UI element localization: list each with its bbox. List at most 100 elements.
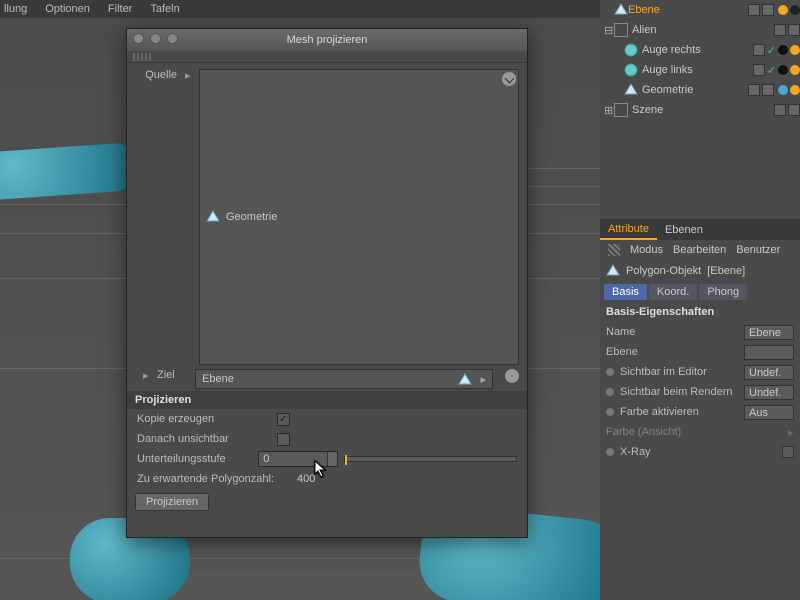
section-title: Basis-Eigenschaften <box>600 302 800 322</box>
subtab-coord[interactable]: Koord. <box>649 284 697 300</box>
layer-field[interactable] <box>744 345 794 360</box>
right-panel: Ebene ⊟ Alien Auge rechts ✓ Auge links ✓ <box>600 0 800 600</box>
name-field[interactable]: Ebene <box>744 325 794 340</box>
tag-icon[interactable] <box>778 65 788 75</box>
tab-attribute[interactable]: Attribute <box>600 220 657 240</box>
radio-icon <box>606 448 614 456</box>
attribute-menu: Modus Bearbeiten Benutzer <box>600 240 800 260</box>
target-label: Ziel <box>157 369 187 381</box>
expander-icon[interactable]: ⊞ <box>604 104 614 117</box>
tree-row[interactable]: Geometrie <box>600 80 800 100</box>
stepper-icon[interactable] <box>327 452 337 466</box>
polygon-icon <box>606 264 620 278</box>
radio-icon <box>606 388 614 396</box>
picker-icon[interactable] <box>502 72 516 86</box>
prop-xray: X-Ray <box>600 442 800 462</box>
tree-row[interactable]: ⊞ Szene <box>600 100 800 120</box>
chevron-right-icon[interactable]: ▸ <box>788 426 794 439</box>
polygon-icon <box>206 210 220 224</box>
tree-row[interactable]: Auge links ✓ <box>600 60 800 80</box>
visibility-render-select[interactable]: Undef. <box>744 385 794 400</box>
xray-checkbox[interactable] <box>782 446 794 458</box>
menu-item[interactable]: Modus <box>630 244 663 256</box>
polygon-icon <box>614 3 628 17</box>
target-row: ▸ Ziel Ebene ▸ <box>127 367 527 391</box>
gripper[interactable] <box>127 51 527 63</box>
visibility-toggle[interactable] <box>748 4 760 16</box>
subtab-phong[interactable]: Phong <box>699 284 747 300</box>
picker-icon[interactable] <box>505 369 519 383</box>
source-label: Quelle <box>135 69 177 81</box>
radio-icon <box>606 368 614 376</box>
source-row: Quelle ▸ Geometrie <box>127 63 527 367</box>
object-name: Geometrie <box>642 84 748 96</box>
target-value: Ebene <box>202 373 234 385</box>
menu-item[interactable]: Benutzer <box>736 244 780 256</box>
menu-item[interactable]: Filter <box>108 3 132 15</box>
visibility-toggle[interactable] <box>753 64 765 76</box>
close-icon[interactable] <box>133 33 144 44</box>
tag-icon[interactable] <box>778 85 788 95</box>
object-type-row: Polygon-Objekt [Ebene] <box>600 260 800 282</box>
prop-subdivision: Unterteilungsstufe 0 <box>127 449 527 469</box>
object-name-label: [Ebene] <box>707 265 745 277</box>
prop-hide-after: Danach unsichtbar <box>127 429 527 449</box>
prop-layer: Ebene <box>600 342 800 362</box>
object-name: Auge links <box>642 64 753 76</box>
minimize-icon[interactable] <box>150 33 161 44</box>
grip-icon[interactable] <box>608 244 620 256</box>
tab-layers[interactable]: Ebenen <box>657 221 711 239</box>
subtab-basis[interactable]: Basis <box>604 284 647 300</box>
tag-icon[interactable] <box>790 5 800 15</box>
menu-item[interactable]: llung <box>4 3 27 15</box>
dialog-title: Mesh projizieren <box>287 34 368 46</box>
object-manager: Ebene ⊟ Alien Auge rechts ✓ Auge links ✓ <box>600 0 800 220</box>
tree-row[interactable]: Ebene <box>600 0 800 20</box>
expander-icon[interactable]: ⊟ <box>604 24 614 37</box>
menu-item[interactable]: Optionen <box>45 3 90 15</box>
visibility-toggle[interactable] <box>762 84 774 96</box>
tag-icon[interactable] <box>778 45 788 55</box>
menu-item[interactable]: Tafeln <box>150 3 179 15</box>
titlebar[interactable]: Mesh projizieren <box>127 29 527 51</box>
chevron-right-icon[interactable]: ▸ <box>185 69 191 82</box>
color-enable-select[interactable]: Aus <box>744 405 794 420</box>
radio-icon <box>606 408 614 416</box>
visibility-toggle[interactable] <box>788 24 800 36</box>
check-icon: ✓ <box>767 44 776 57</box>
attribute-subtabs: Basis Koord. Phong <box>600 282 800 302</box>
polycount-value: 400 <box>297 473 315 485</box>
project-button[interactable]: Projizieren <box>135 493 209 511</box>
subdivision-slider[interactable] <box>344 456 517 462</box>
visibility-toggle[interactable] <box>762 4 774 16</box>
visibility-toggle[interactable] <box>748 84 760 96</box>
tree-row[interactable]: ⊟ Alien <box>600 20 800 40</box>
tag-icon[interactable] <box>778 5 788 15</box>
null-icon <box>614 103 628 117</box>
visibility-toggle[interactable] <box>774 24 786 36</box>
menu-item[interactable]: Bearbeiten <box>673 244 726 256</box>
subdivision-field[interactable]: 0 <box>258 451 337 467</box>
chevron-right-icon[interactable]: ▸ <box>143 369 149 382</box>
visibility-toggle[interactable] <box>788 104 800 116</box>
chevron-right-icon[interactable]: ▸ <box>480 373 486 386</box>
object-name: Ebene <box>628 4 748 16</box>
zoom-icon[interactable] <box>167 33 178 44</box>
target-dropzone[interactable]: Ebene ▸ <box>195 369 493 389</box>
tag-icon[interactable] <box>790 45 800 55</box>
object-name: Szene <box>632 104 774 116</box>
visibility-toggle[interactable] <box>774 104 786 116</box>
prop-color-view: Farbe (Ansicht) ▸ <box>600 422 800 442</box>
tag-icon[interactable] <box>790 85 800 95</box>
check-icon: ✓ <box>767 64 776 77</box>
visibility-editor-select[interactable]: Undef. <box>744 365 794 380</box>
copy-checkbox[interactable] <box>277 413 290 426</box>
tag-icon[interactable] <box>790 65 800 75</box>
visibility-toggle[interactable] <box>753 44 765 56</box>
mesh-project-dialog: Mesh projizieren Quelle ▸ Geometrie ▸ Zi… <box>126 28 528 538</box>
tree-row[interactable]: Auge rechts ✓ <box>600 40 800 60</box>
hide-checkbox[interactable] <box>277 433 290 446</box>
prop-visibility-render: Sichtbar beim Rendern Undef. <box>600 382 800 402</box>
source-dropzone[interactable]: Geometrie <box>199 69 519 365</box>
object-type-label: Polygon-Objekt <box>626 265 701 277</box>
